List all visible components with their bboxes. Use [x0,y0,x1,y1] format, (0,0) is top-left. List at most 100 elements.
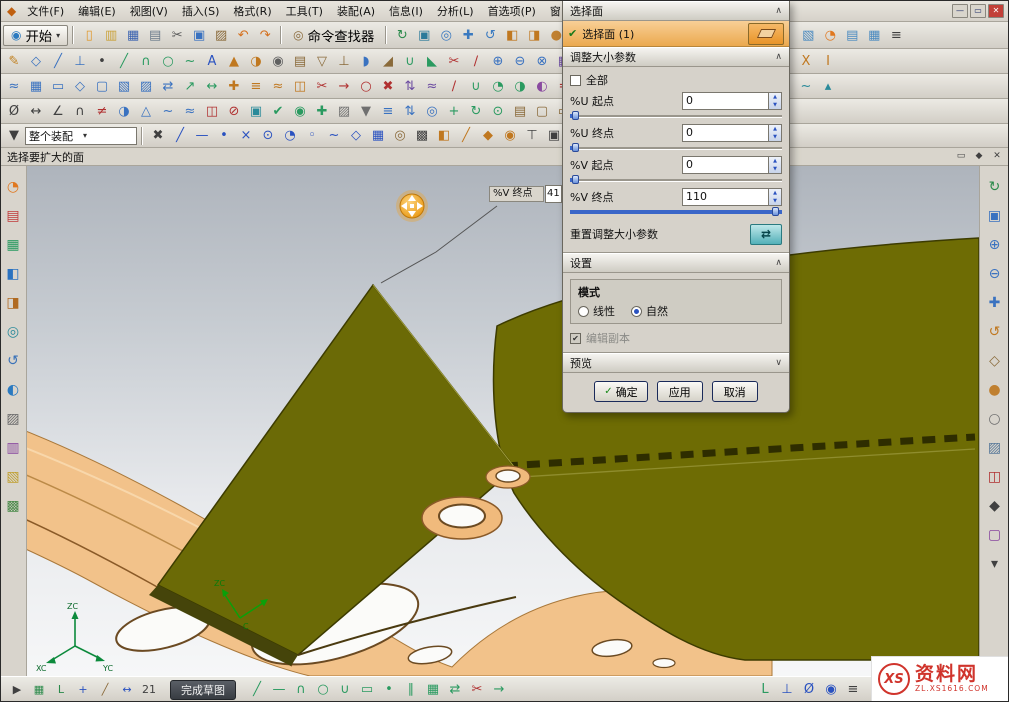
ruled-surface-icon[interactable]: ▭ [47,76,69,96]
param-spinbox[interactable]: 0 ▲ ▼ [682,124,782,142]
wave-link-icon[interactable]: ~ [795,76,817,96]
param-spinbox[interactable]: 110 ▲ ▼ [682,188,782,206]
section-analysis-icon[interactable]: ◫ [201,101,223,121]
check-mate-icon[interactable]: ✔ [267,101,289,121]
print-icon[interactable]: ▤ [144,25,166,45]
select-body-icon[interactable]: ◆ [477,126,499,146]
spinner-buttons[interactable]: ▲ ▼ [768,125,781,141]
close-button[interactable]: ✕ [988,4,1004,18]
split-body-icon[interactable]: ∕ [465,51,487,71]
select-face-icon[interactable]: ◧ [433,126,455,146]
assembly-navigator-icon[interactable]: ▤ [2,205,24,227]
section-header-resize-params[interactable]: 调整大小参数 ∧ [563,47,789,67]
curvature-graph-icon[interactable]: ~ [157,101,179,121]
face-blend-icon[interactable]: ◔ [487,76,509,96]
subtract-icon[interactable]: ⊖ [509,51,531,71]
constraint-navigator-icon[interactable]: ▦ [2,234,24,256]
templates-icon[interactable]: ▩ [2,495,24,517]
point-snap-icon[interactable]: + [72,680,94,700]
menu-information[interactable]: 信息(I) [382,3,430,19]
angle-icon[interactable]: ∠ [47,101,69,121]
reflection-analysis-icon[interactable]: ◑ [113,101,135,121]
snapshot-view-icon[interactable]: ▢ [984,524,1006,546]
extension-surface-icon[interactable]: ↔ [201,76,223,96]
examine-geometry-icon[interactable]: ◉ [289,101,311,121]
fit-all-icon[interactable]: ▣ [984,205,1006,227]
edge-symmetry-icon[interactable]: ⇅ [399,76,421,96]
offset-surface-icon[interactable]: ≡ [245,76,267,96]
menu-assemblies[interactable]: 装配(A) [330,3,382,19]
touch-panel-icon[interactable]: ▧ [797,25,819,45]
offset-curve-icon[interactable]: ∥ [400,680,422,700]
quick-trim-icon[interactable]: ✂ [466,680,488,700]
lock-rotation-icon[interactable]: ◆ [984,495,1006,517]
restore-button[interactable]: ▭ [970,4,986,18]
orient-view-icon[interactable]: ◨ [523,25,545,45]
paste-icon[interactable]: ▨ [210,25,232,45]
point-tool-icon[interactable]: • [378,680,400,700]
section-header-preview[interactable]: 预览 ∨ [563,353,789,373]
boss-hole-large[interactable] [439,505,485,528]
auto-dimension-icon[interactable]: Ø [798,680,820,700]
make-corner-icon[interactable]: L [754,680,776,700]
hd3d-tools-icon[interactable]: ◎ [2,321,24,343]
edge-blend-icon[interactable]: ∪ [399,51,421,71]
fillet-surface-icon[interactable]: ∪ [465,76,487,96]
slider-thumb[interactable] [772,207,779,216]
shaded-mode-icon[interactable]: ● [984,379,1006,401]
zoom-icon[interactable]: ◎ [435,25,457,45]
slider-thumb[interactable] [572,111,579,120]
sketch-count-icon[interactable]: 21 [138,680,160,700]
param-slider[interactable] [570,111,782,120]
rectangle-tool-icon[interactable]: ▭ [356,680,378,700]
spin-down-icon[interactable]: ▼ [769,197,781,205]
window-tile-icon[interactable]: ▦ [863,25,885,45]
quick-extend-icon[interactable]: → [488,680,510,700]
wcs-rotate-icon[interactable]: ↻ [465,101,487,121]
transition-surface-icon[interactable]: ⇄ [157,76,179,96]
end-point-icon[interactable]: ╱ [169,126,191,146]
spin-up-icon[interactable]: ▲ [769,125,781,133]
studio-surface-icon[interactable]: ▨ [135,76,157,96]
command-list-icon[interactable]: ≡ [885,25,907,45]
zoom-out-icon[interactable]: ⊖ [984,263,1006,285]
mode-radio[interactable]: 自然 [631,303,668,319]
undo-icon[interactable]: ↶ [232,25,254,45]
graphics-window[interactable]: ZC XC YC ZC C [0,166,1009,676]
midsurface-icon[interactable]: ◫ [289,76,311,96]
wcs-dynamics-icon[interactable]: + [443,101,465,121]
bounded-plane-icon[interactable]: ▢ [91,76,113,96]
start-button[interactable]: ◉ 开始 ▾ [3,25,68,46]
param-slider[interactable] [570,175,782,184]
point-icon[interactable]: • [91,51,113,71]
mirror-curve-icon[interactable]: ⇄ [444,680,466,700]
pocket-icon[interactable]: ▽ [311,51,333,71]
ortho-icon[interactable]: L [50,680,72,700]
fillet-tool-icon[interactable]: ∪ [334,680,356,700]
n-sided-surface-icon[interactable]: ◇ [69,76,91,96]
assign-material-icon[interactable]: ▨ [333,101,355,121]
draft-icon[interactable]: ◢ [377,51,399,71]
trim-extend-icon[interactable]: → [333,76,355,96]
styled-blend-icon[interactable]: ◑ [509,76,531,96]
spin-up-icon[interactable]: ▲ [769,189,781,197]
finish-sketch-button[interactable]: 完成草图 [170,680,236,700]
select-face-button[interactable] [748,23,784,45]
chamfer-icon[interactable]: ◣ [421,51,443,71]
history-icon[interactable]: ↺ [2,350,24,372]
construction-line-icon[interactable]: ╱ [94,680,116,700]
arc-center-icon[interactable]: ⊙ [257,126,279,146]
dynamic-section-icon[interactable]: ⊘ [223,101,245,121]
distance-icon[interactable]: ↔ [25,101,47,121]
pan-icon[interactable]: ✚ [457,25,479,45]
spin-up-icon[interactable]: ▲ [769,93,781,101]
notes-icon[interactable]: ▧ [2,466,24,488]
select-edge-icon[interactable]: ╱ [455,126,477,146]
hole-icon[interactable]: ◉ [267,51,289,71]
select-all-icon[interactable]: ▩ [411,126,433,146]
param-slider[interactable] [570,143,782,152]
param-slider[interactable] [570,207,782,216]
snap-enable-icon[interactable]: ◎ [389,126,411,146]
x-form-icon[interactable]: X [795,51,817,71]
edit-copy-checkbox[interactable]: ✔ 编辑副本 [570,329,782,347]
